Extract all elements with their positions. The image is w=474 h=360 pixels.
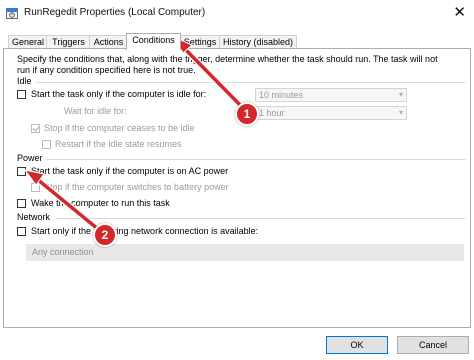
annotation-arrows	[23, 35, 250, 237]
annotation-badge-1: 1	[235, 102, 259, 126]
tab-conditions[interactable]: Conditions	[126, 33, 181, 50]
annotation-badge-2: 2	[93, 223, 117, 247]
arrow-1-shaft	[182, 46, 249, 114]
arrow-2-shaft	[35, 177, 106, 236]
